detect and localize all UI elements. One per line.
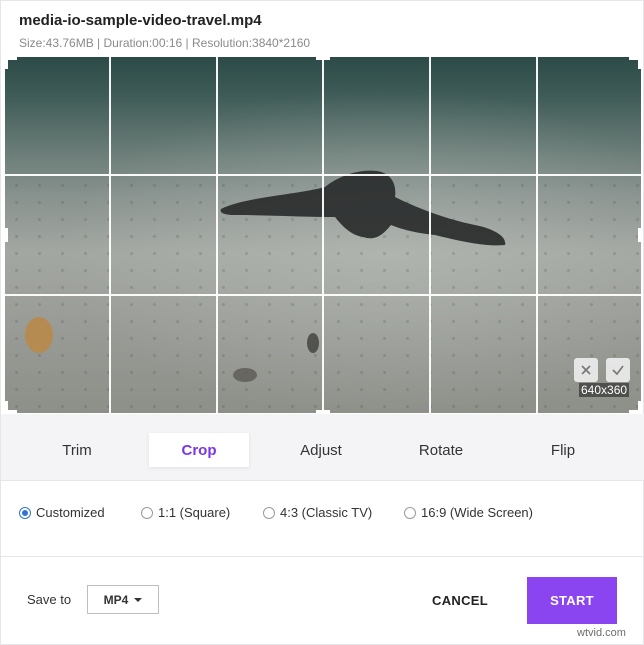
file-meta: Size:43.76MB | Duration:00:16 | Resoluti… — [19, 36, 311, 50]
tab-rotate[interactable]: Rotate — [401, 433, 481, 467]
crop-handle-top-right[interactable] — [629, 57, 641, 69]
radio-button[interactable] — [19, 506, 31, 519]
ratio-label: 4:3 (Classic TV) — [280, 505, 373, 520]
ratio-label: Customized — [36, 505, 105, 520]
confirm-crop-button[interactable] — [606, 358, 630, 382]
file-title: media-io-sample-video-travel.mp4 — [19, 12, 262, 29]
crop-size-label: 640x360 — [579, 383, 630, 397]
ratio-option-wide-screen[interactable]: 16:9 (Wide Screen) — [404, 505, 533, 520]
crop-grid-line — [429, 57, 431, 413]
video-preview[interactable] — [5, 57, 641, 413]
tab-crop[interactable]: Crop — [149, 433, 249, 467]
ratio-label: 1:1 (Square) — [158, 505, 231, 520]
rock-shape — [307, 333, 319, 353]
ratio-option-customized[interactable]: Customized — [19, 505, 105, 520]
crop-grid-line — [216, 57, 218, 413]
close-icon — [581, 365, 591, 375]
format-dropdown[interactable]: MP4 — [87, 585, 159, 614]
tab-flip[interactable]: Flip — [523, 433, 603, 467]
starfish-shape — [220, 170, 506, 246]
tab-adjust[interactable]: Adjust — [281, 433, 361, 467]
crop-handle-right[interactable] — [638, 228, 641, 242]
rock-shape — [233, 368, 257, 382]
ratio-label: 16:9 (Wide Screen) — [421, 505, 533, 520]
save-to-label: Save to — [27, 592, 72, 607]
crop-handle-top[interactable] — [316, 57, 330, 60]
check-icon — [612, 365, 624, 376]
radio-button[interactable] — [141, 506, 153, 519]
crop-dialog: media-io-sample-video-travel.mp4 Size:43… — [0, 0, 644, 645]
cancel-button[interactable]: CANCEL — [419, 585, 501, 615]
caret-down-icon — [134, 597, 143, 602]
crop-grid-line — [5, 294, 641, 296]
crop-grid-line — [109, 57, 111, 413]
watermark: wtvid.com — [577, 627, 626, 639]
start-button[interactable]: START — [527, 577, 617, 624]
format-value: MP4 — [103, 592, 129, 607]
crop-handle-top-left[interactable] — [5, 57, 17, 69]
ratio-option-classic-tv[interactable]: 4:3 (Classic TV) — [263, 505, 372, 520]
aspect-ratio-options: Customized 1:1 (Square) 4:3 (Classic TV)… — [1, 481, 644, 557]
edit-tabs: Trim Crop Adjust Rotate Flip — [1, 414, 644, 481]
tab-trim[interactable]: Trim — [37, 433, 117, 467]
radio-button[interactable] — [404, 506, 416, 519]
crop-grid-line — [536, 57, 538, 413]
crop-grid-line — [322, 57, 324, 413]
shell-shape — [25, 317, 53, 353]
crop-grid-line — [5, 174, 641, 176]
ratio-option-square[interactable]: 1:1 (Square) — [141, 505, 230, 520]
radio-button[interactable] — [263, 506, 275, 519]
crop-handle-left[interactable] — [5, 228, 8, 242]
cancel-crop-button[interactable] — [574, 358, 598, 382]
crop-handle-bottom-left[interactable] — [5, 401, 17, 413]
crop-handle-bottom[interactable] — [316, 410, 330, 413]
crop-handle-bottom-right[interactable] — [629, 401, 641, 413]
